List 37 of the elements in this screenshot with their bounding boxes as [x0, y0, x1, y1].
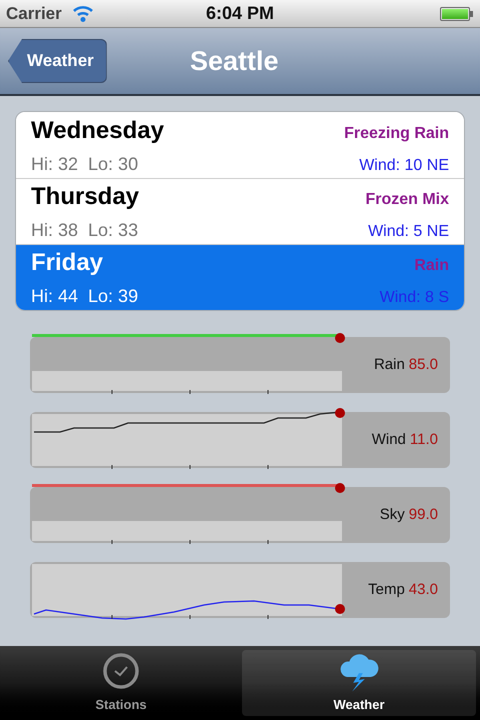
- gauge-value: 85.0: [408, 354, 438, 375]
- condition-label: Freezing Rain: [344, 124, 449, 144]
- wifi-icon: [72, 4, 94, 22]
- marker-dot: [335, 333, 345, 343]
- clock-icon: [101, 650, 141, 690]
- day-name: Friday: [31, 248, 104, 278]
- wind-label: Wind: 5 NE: [368, 222, 449, 242]
- tab-item[interactable]: Weather: [242, 650, 476, 716]
- gauge-label: Temp: [368, 580, 405, 600]
- back-button[interactable]: Weather: [8, 39, 107, 83]
- high-temperature: Hi: 44: [31, 285, 78, 308]
- tab-item[interactable]: Stations: [4, 650, 238, 716]
- wind-label: Wind: 10 NE: [359, 156, 449, 176]
- carrier-label: Carrier: [6, 2, 62, 25]
- gauge-value: 99.0: [408, 504, 438, 525]
- gauge-label: Rain: [374, 354, 405, 375]
- marker-dot: [335, 483, 345, 493]
- clock-time: 6:04 PM: [206, 2, 274, 25]
- wind-label: Wind: 8 S: [380, 288, 449, 308]
- day-name: Wednesday: [31, 116, 164, 146]
- low-temperature: Lo: 30: [88, 152, 138, 176]
- gauge-label: Sky: [380, 504, 405, 525]
- screen-title: Seattle: [190, 44, 279, 78]
- condition-label: Frozen Mix: [365, 190, 449, 210]
- gauge-value: 11.0: [410, 430, 438, 450]
- marker-dot: [335, 408, 345, 418]
- low-temperature: Lo: 33: [88, 219, 138, 242]
- gauge-label: Wind: [372, 430, 406, 450]
- condition-label: Rain: [414, 256, 449, 276]
- forecast-row[interactable]: Friday Rain Hi: 44 Lo: 39 Wind: 8 S: [16, 244, 464, 310]
- high-temperature: Hi: 38: [31, 219, 78, 242]
- marker-dot: [335, 604, 345, 614]
- battery-icon: [440, 6, 470, 20]
- high-temperature: Hi: 32: [31, 152, 78, 176]
- gauge-value: 43.0: [408, 580, 438, 600]
- day-name: Thursday: [31, 182, 140, 212]
- low-temperature: Lo: 39: [88, 285, 138, 308]
